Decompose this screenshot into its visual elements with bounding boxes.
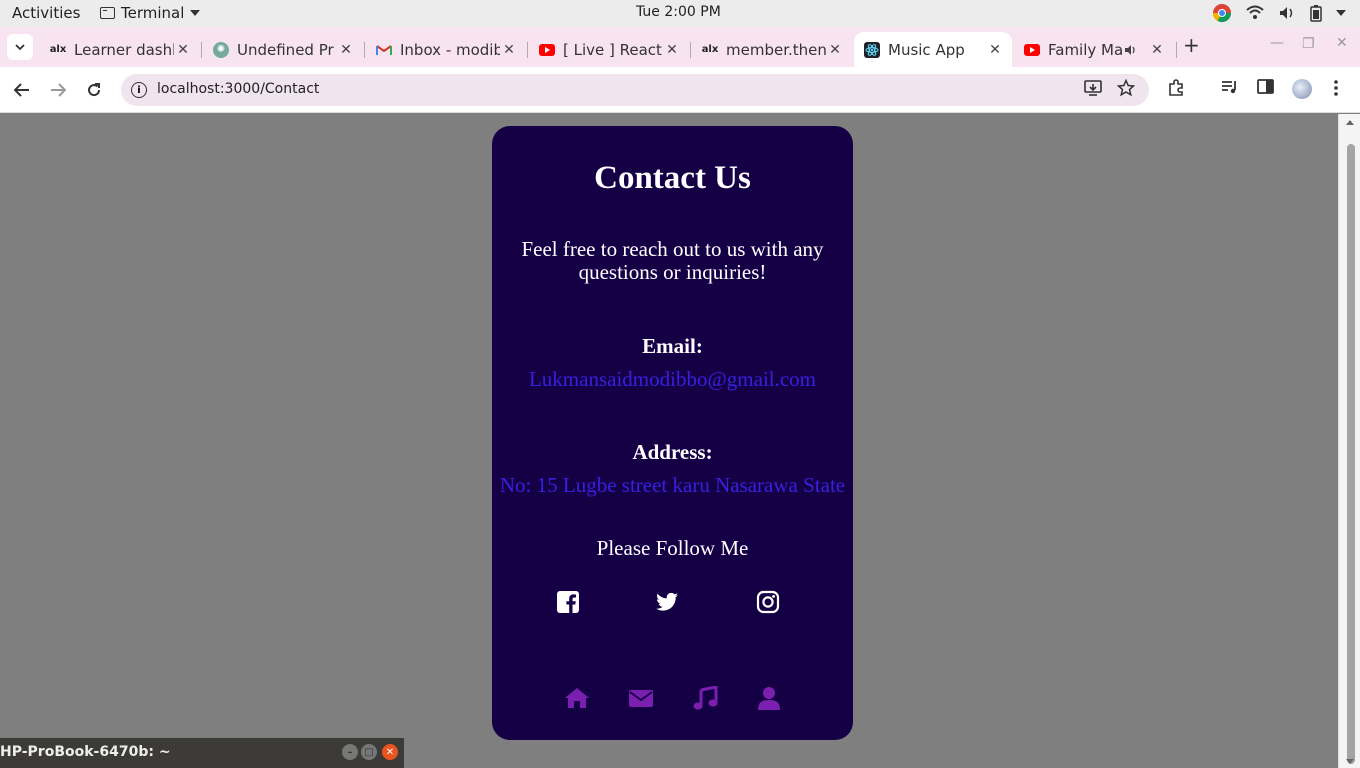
more-menu-icon[interactable]: [1333, 79, 1339, 101]
forward-icon[interactable]: [46, 78, 70, 102]
chevron-down-icon: [190, 10, 201, 16]
scroll-down-icon[interactable]: [1346, 759, 1354, 764]
back-icon[interactable]: [10, 78, 34, 102]
extensions-icon[interactable]: [1167, 79, 1185, 101]
address-bar[interactable]: i: [121, 74, 1149, 106]
minimize-icon[interactable]: —: [1270, 35, 1284, 51]
tab-member[interactable]: alx member.then ✕: [692, 32, 852, 67]
address-link[interactable]: No: 15 Lugbe street karu Nasarawa State: [492, 473, 853, 498]
media-controls-icon[interactable]: [1221, 79, 1239, 99]
email-link[interactable]: Lukmansaidmodibbo@gmail.com: [492, 367, 853, 392]
tab-divider: [201, 42, 202, 58]
url-input[interactable]: [157, 81, 1057, 97]
close-icon[interactable]: ✕: [663, 42, 681, 58]
tab-title: Learner dashboard: [74, 40, 174, 59]
system-menu-chevron-icon: [1336, 10, 1346, 16]
tab-divider: [690, 42, 691, 58]
tab-family[interactable]: Family Ma ✕: [1014, 32, 1174, 67]
tab-title: Undefined Pr: [237, 40, 334, 59]
tab-divider: [364, 42, 365, 58]
tab-divider: [1176, 42, 1177, 58]
music-icon[interactable]: [692, 686, 718, 710]
install-app-icon[interactable]: [1084, 79, 1102, 101]
instagram-icon[interactable]: [756, 590, 780, 614]
user-icon[interactable]: [756, 686, 782, 710]
bookmark-star-icon[interactable]: [1116, 78, 1136, 101]
chevron-down-icon: [15, 44, 25, 51]
tab-learner-dashboard[interactable]: alx Learner dashboard ✕: [40, 32, 200, 67]
tab-strip: alx Learner dashboard ✕ ✺ Undefined Pr ✕…: [0, 27, 1360, 67]
page-scrollbar[interactable]: [1338, 114, 1360, 768]
contact-intro: Feel free to reach out to us with any qu…: [521, 237, 824, 284]
clock[interactable]: Tue 2:00 PM: [636, 4, 721, 20]
page-title: Contact Us: [594, 160, 751, 196]
new-tab-icon[interactable]: +: [1183, 33, 1200, 57]
facebook-icon[interactable]: [556, 590, 580, 614]
youtube-icon: [1024, 42, 1040, 58]
scroll-up-icon[interactable]: [1346, 120, 1354, 125]
speaker-icon[interactable]: [1124, 43, 1138, 57]
react-icon: [864, 41, 880, 58]
alx-icon: alx: [49, 44, 67, 55]
restore-icon[interactable]: ❐: [1302, 36, 1315, 52]
tab-title: Family Ma: [1048, 40, 1124, 59]
close-icon[interactable]: ✕: [500, 42, 518, 58]
terminal-icon: [100, 7, 115, 19]
close-icon[interactable]: ✕: [337, 42, 355, 58]
app-menu-label: Terminal: [121, 4, 185, 22]
close-icon[interactable]: ✕: [986, 42, 1004, 58]
activities-button[interactable]: Activities: [12, 4, 80, 22]
scrollbar-thumb[interactable]: [1347, 144, 1355, 764]
tab-title: Music App: [888, 40, 965, 59]
wifi-icon: [1246, 5, 1264, 19]
tab-title: Inbox - modib: [400, 40, 500, 59]
window-close-icon[interactable]: ✕: [1336, 35, 1348, 51]
tab-search-button[interactable]: [7, 34, 33, 60]
battery-icon: [1310, 5, 1322, 22]
terminal-window-bar[interactable]: HP-ProBook-6470b: ~ – □ ✕: [0, 738, 404, 768]
follow-text: Please Follow Me: [596, 536, 749, 560]
tab-live-react[interactable]: [ Live ] React ✕: [529, 32, 689, 67]
alx-icon: alx: [701, 44, 719, 55]
address-label: Address:: [632, 440, 713, 464]
side-panel-icon[interactable]: [1257, 79, 1275, 99]
gnome-top-bar: Activities Terminal Tue 2:00 PM: [0, 0, 1360, 27]
chatgpt-icon: ✺: [213, 41, 229, 58]
profile-avatar[interactable]: [1292, 79, 1312, 99]
site-info-icon[interactable]: i: [131, 82, 147, 98]
gmail-icon: [376, 42, 392, 58]
tab-title: [ Live ] React: [563, 40, 662, 59]
home-icon[interactable]: [564, 686, 590, 710]
tab-undefined[interactable]: ✺ Undefined Pr ✕: [203, 32, 363, 67]
system-tray[interactable]: [1212, 3, 1346, 23]
tab-inbox[interactable]: Inbox - modib ✕: [366, 32, 526, 67]
close-icon[interactable]: ✕: [1148, 42, 1166, 58]
youtube-icon: [539, 42, 555, 58]
reload-icon[interactable]: [82, 78, 106, 102]
app-menu[interactable]: Terminal: [100, 4, 201, 22]
browser-toolbar: i: [0, 67, 1360, 113]
tab-divider: [527, 42, 528, 58]
volume-icon: [1280, 7, 1293, 19]
close-icon[interactable]: ✕: [174, 42, 192, 58]
close-icon[interactable]: ✕: [826, 42, 844, 58]
tab-music-app[interactable]: Music App ✕: [854, 32, 1012, 67]
envelope-icon[interactable]: [628, 686, 654, 710]
terminal-window-title: HP-ProBook-6470b: ~: [0, 744, 171, 760]
maximize-icon[interactable]: □: [361, 744, 377, 760]
email-label: Email:: [642, 334, 703, 358]
chrome-icon: [1213, 4, 1231, 23]
close-icon[interactable]: ✕: [382, 744, 398, 760]
minimize-icon[interactable]: –: [342, 744, 358, 760]
contact-card: Contact Us Feel free to reach out to us …: [492, 126, 853, 740]
twitter-icon[interactable]: [655, 590, 679, 614]
tab-title: member.then: [726, 40, 826, 59]
